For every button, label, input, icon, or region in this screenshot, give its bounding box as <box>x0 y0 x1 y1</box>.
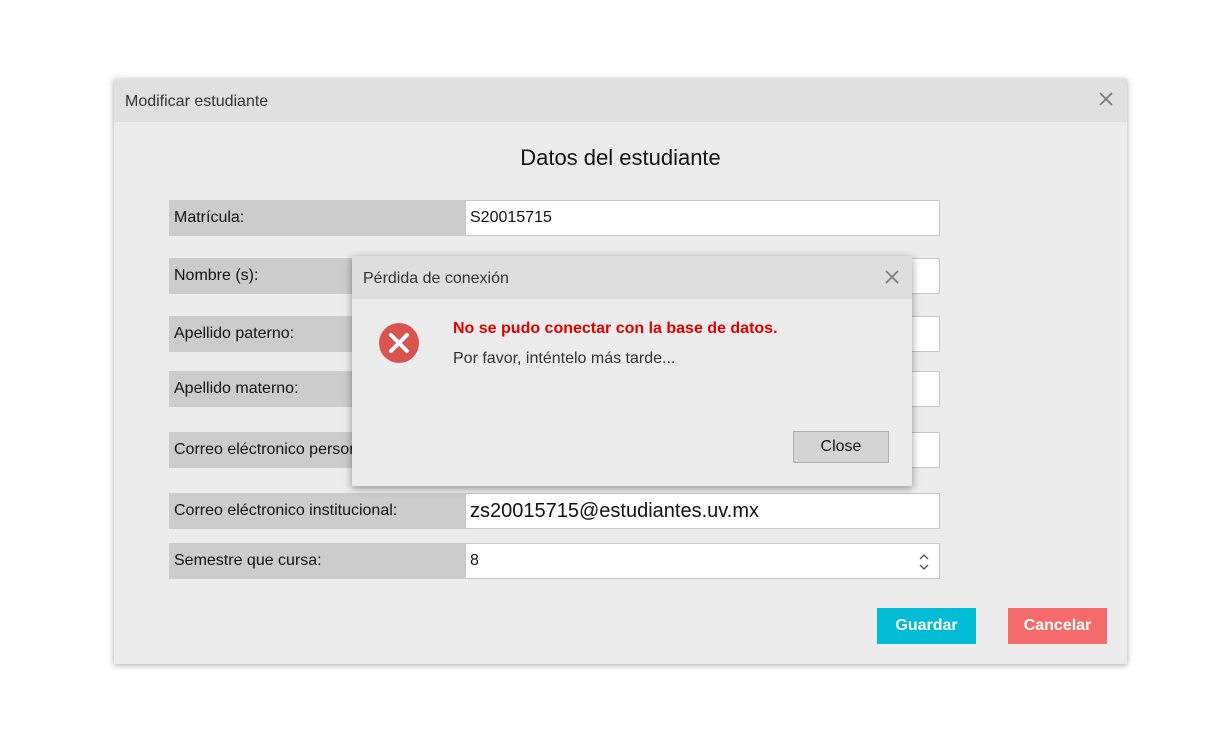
dialog-close-icon[interactable] <box>884 269 900 285</box>
row-correo-institucional: Correo eléctronico institucional: zs2001… <box>169 493 941 529</box>
label-correo-institucional: Correo eléctronico institucional: <box>169 493 465 529</box>
connection-lost-dialog: Pérdida de conexión No se pudo conectar … <box>352 256 912 486</box>
save-button[interactable]: Guardar <box>877 608 976 644</box>
correo-institucional-input[interactable]: zs20015715@estudiantes.uv.mx <box>465 493 940 529</box>
row-semestre: Semestre que cursa: 8 <box>169 543 941 579</box>
error-detail: Por favor, inténtelo más tarde... <box>453 350 676 367</box>
semestre-spinner[interactable]: 8 <box>465 543 940 579</box>
label-matricula: Matrícula: <box>169 200 465 236</box>
cancel-button[interactable]: Cancelar <box>1008 608 1107 644</box>
spinner-arrows-icon[interactable] <box>919 552 929 572</box>
label-semestre: Semestre que cursa: <box>169 543 465 579</box>
window-title: Modificar estudiante <box>125 93 269 110</box>
semestre-value: 8 <box>470 552 479 569</box>
dialog-title: Pérdida de conexión <box>363 270 509 287</box>
form-heading: Datos del estudiante <box>520 145 721 170</box>
dialog-close-button[interactable]: Close <box>793 431 889 463</box>
dialog-titlebar: Pérdida de conexión <box>352 256 912 299</box>
row-matricula: Matrícula: S20015715 <box>169 200 941 236</box>
window-titlebar: Modificar estudiante <box>114 79 1127 122</box>
matricula-input[interactable]: S20015715 <box>465 200 940 236</box>
window-close-icon[interactable] <box>1097 90 1115 108</box>
error-icon <box>379 323 419 363</box>
error-message: No se pudo conectar con la base de datos… <box>453 320 778 337</box>
